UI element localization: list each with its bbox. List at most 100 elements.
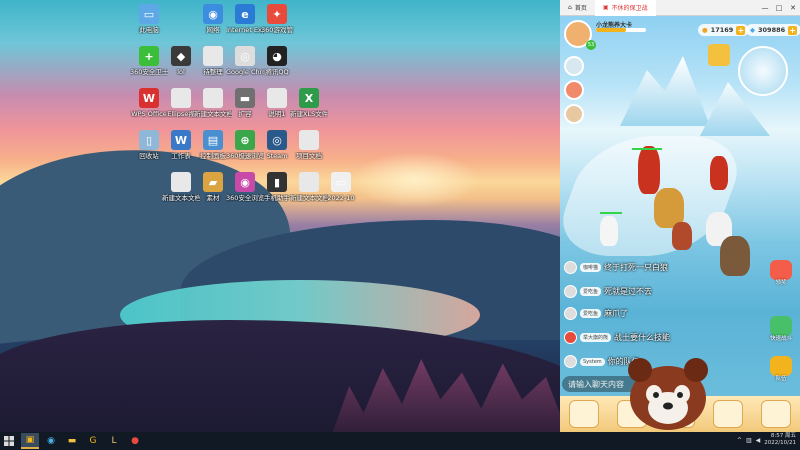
desktop-wallpaper: ▭此电脑◉网络eInternet Explorer✦360游戏管+360安全卫士… — [0, 0, 560, 432]
desktop-icon[interactable]: ▭ 此电脑 — [130, 4, 168, 34]
gold-value: 17169 — [710, 26, 734, 34]
side-button-team[interactable]: 队伍 — [766, 356, 796, 383]
desktop-icon-label: 腾讯QQ — [265, 68, 289, 76]
teammate-avatar[interactable] — [564, 104, 584, 124]
gift-icon — [770, 260, 792, 280]
chat-message: 举大旗的熊 战士要什么技能 — [564, 330, 670, 345]
clock[interactable]: 8:57 周五 2022/10/21 — [764, 433, 796, 447]
taskbar-app-netease[interactable]: ● — [126, 433, 144, 449]
teammate-avatar[interactable] — [564, 56, 584, 76]
menu-slot[interactable] — [713, 400, 743, 428]
desktop-icon-image: ✦ — [267, 4, 287, 24]
desktop-icon-image: ▤ — [203, 130, 223, 150]
menu-slot[interactable] — [761, 400, 791, 428]
player-level: 53 — [586, 40, 596, 50]
desktop-icon-image — [267, 88, 287, 108]
chat-avatar — [564, 285, 577, 298]
desktop-icon-label: 2022-10 — [327, 194, 355, 202]
add-diamond-button[interactable]: + — [788, 25, 798, 35]
desktop-icon-image: ◎ — [235, 46, 255, 66]
desktop-icon-image: ▰ — [203, 172, 223, 192]
chat-avatar — [564, 307, 577, 320]
taskbar-app-browser[interactable]: ◉ — [42, 433, 60, 449]
side-button-rewards[interactable]: 领奖 — [766, 260, 796, 287]
game-viewport[interactable]: 小龙熊养大卡 53 ● 17169 + ◆ 309886 + 领奖 快速战斗 队… — [560, 16, 800, 396]
menu-slot[interactable] — [569, 400, 599, 428]
unit-hp-bar — [600, 212, 622, 214]
enemy-unit — [672, 222, 692, 250]
volume-icon[interactable]: ◀ — [756, 437, 761, 444]
folder-icon: ▬ — [67, 436, 77, 446]
desktop-icon-image — [203, 88, 223, 108]
teammate-avatar[interactable] — [564, 80, 584, 100]
gold-counter: ● 17169 + — [698, 24, 750, 36]
desktop-icon[interactable]: ▭ 2022-10 — [322, 172, 360, 202]
windows-logo-icon — [4, 436, 14, 446]
tray-chevron-icon[interactable]: ^ — [737, 437, 742, 444]
start-button[interactable] — [0, 433, 18, 449]
desktop-icon[interactable]: X 新建XLS文件 — [290, 88, 328, 118]
desktop-icon-image: W — [171, 130, 191, 150]
desktop-icon-image: ▯ — [139, 130, 159, 150]
chat-avatar — [564, 355, 577, 368]
taskbar-app-game[interactable]: ▣ — [21, 433, 39, 449]
app-letter: L — [111, 436, 117, 446]
desktop-icon-image: ▬ — [235, 88, 255, 108]
tab-game[interactable]: ▣ 不休的保卫战 — [594, 0, 656, 16]
taskbar: ▣ ◉ ▬ G L ● ^ ▥ ◀ 8:57 周五 2022/10/21 — [0, 432, 800, 450]
tab-label: 不休的保卫战 — [611, 5, 648, 12]
desktop-icon[interactable]: ◕ 腾讯QQ — [258, 46, 296, 76]
desktop-icon-image: W — [139, 88, 159, 108]
chat-message: 爱吃鱼 麻爪了 — [564, 306, 628, 321]
streamer-avatar-overlay — [628, 358, 708, 430]
taskbar-app-l[interactable]: L — [105, 433, 123, 449]
team-icon — [770, 356, 792, 376]
desktop-icon-image: ◎ — [267, 130, 287, 150]
taskbar-app-folder[interactable]: ▬ — [63, 433, 81, 449]
desktop-icon[interactable]: ✦ 360游戏管 — [258, 4, 296, 34]
enemy-unit — [638, 146, 660, 194]
desktop-icon-image: ▭ — [139, 4, 159, 24]
maximize-button[interactable]: □ — [772, 4, 786, 12]
side-button-quick-battle[interactable]: 快速战斗 — [766, 316, 796, 343]
sword-icon — [770, 316, 792, 336]
desktop-icon-image: ⊕ — [235, 130, 255, 150]
desktop-icon-image — [299, 172, 319, 192]
diamond-icon: ◆ — [750, 26, 755, 34]
diamond-value: 309886 — [758, 26, 786, 34]
desktop-icon-image — [299, 130, 319, 150]
chat-message: 咖啡猫 终于打死一只白狼 — [564, 260, 668, 275]
minimap[interactable] — [738, 46, 788, 96]
trophy-icon[interactable] — [708, 44, 730, 66]
desktop-icon-label: 新建XLS文件 — [290, 110, 328, 118]
desktop-icon-image — [203, 46, 223, 66]
hero-unit — [720, 236, 750, 276]
desktop-icon-image: X — [299, 88, 319, 108]
add-gold-button[interactable]: + — [736, 25, 746, 35]
desktop-icon-image: ◉ — [203, 4, 223, 24]
minimize-button[interactable]: — — [758, 4, 772, 12]
desktop-icon-label: 360游戏管 — [261, 26, 293, 34]
taskbar-app-g[interactable]: G — [84, 433, 102, 449]
desktop-icon[interactable]: 项目文档 — [290, 130, 328, 160]
desktop-icon-image: ▭ — [331, 172, 351, 192]
tab-label: 首页 — [574, 5, 587, 12]
close-button[interactable]: ✕ — [786, 4, 800, 12]
desktop-icon-image: e — [235, 4, 255, 24]
iceberg — [620, 56, 710, 126]
game-app-icon: ▣ — [25, 435, 35, 445]
diamond-counter: ◆ 309886 + — [746, 24, 800, 36]
music-icon: ● — [131, 436, 139, 446]
exp-bar — [596, 28, 646, 32]
desktop-icon-image — [171, 172, 191, 192]
desktop-icon-image: ◆ — [171, 46, 191, 66]
desktop-icon-label: 项目文档 — [296, 152, 322, 160]
hero-unit — [600, 216, 618, 246]
tab-home[interactable]: ⌂ 首页 — [560, 0, 595, 16]
browser-icon: ◉ — [47, 436, 55, 446]
network-icon[interactable]: ▥ — [746, 437, 752, 444]
chat-avatar — [564, 261, 577, 274]
system-tray: ^ ▥ ◀ 8:57 周五 2022/10/21 — [737, 433, 796, 447]
desktop-icon-image: ▮ — [267, 172, 287, 192]
window-titlebar[interactable]: ⌂ 首页 ▣ 不休的保卫战 — □ ✕ — [560, 0, 800, 16]
